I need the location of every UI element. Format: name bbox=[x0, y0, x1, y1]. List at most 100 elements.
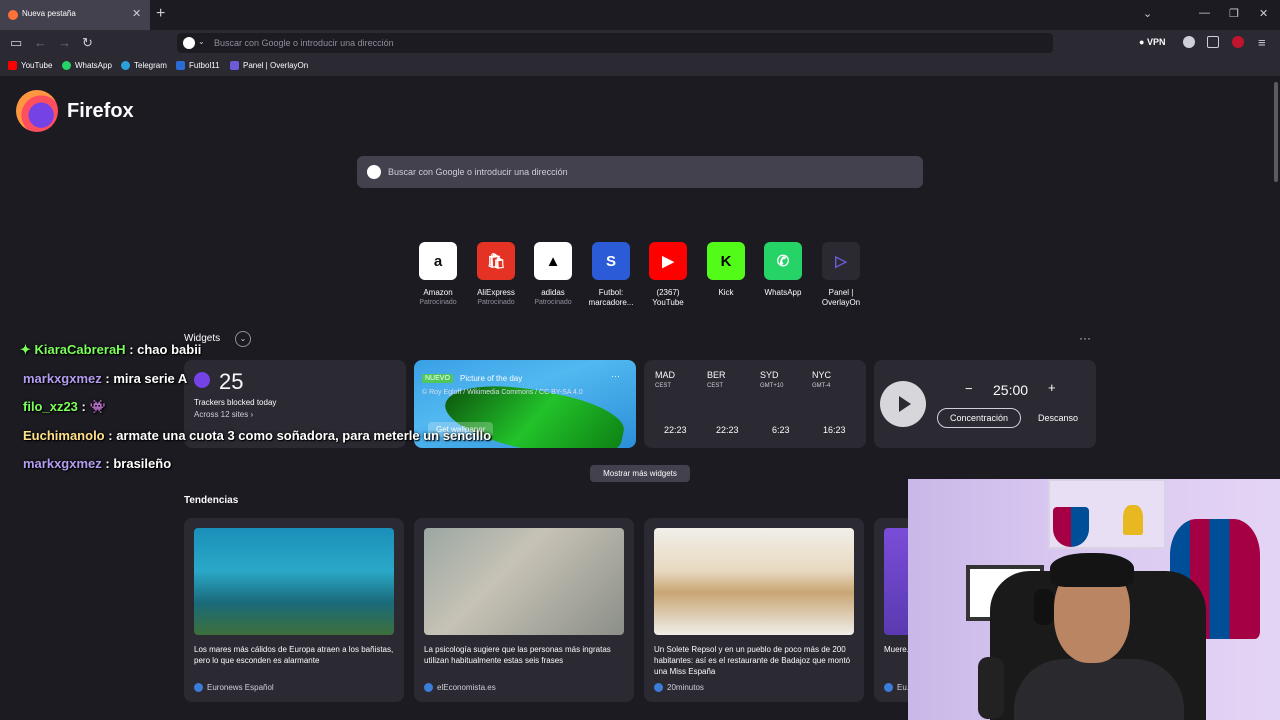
timer-decrease-button[interactable]: − bbox=[965, 381, 973, 396]
extensions-icon[interactable] bbox=[1207, 36, 1219, 48]
back-icon[interactable]: ← bbox=[34, 35, 47, 50]
sponsored-label: Patrocinado bbox=[477, 299, 515, 306]
clock-city: MAD bbox=[655, 370, 675, 380]
search-input[interactable]: Buscar con Google o introducir una direc… bbox=[357, 156, 923, 188]
scrollbar[interactable] bbox=[1274, 82, 1278, 182]
clock-nyc: NYC GMT-4 16:23 bbox=[812, 370, 862, 435]
publisher-icon bbox=[654, 683, 663, 692]
search-engine-chevron-icon[interactable]: ⌄ bbox=[198, 37, 205, 46]
new-badge: NUEVO bbox=[422, 374, 453, 383]
youtube-icon bbox=[8, 61, 17, 70]
telegram-icon bbox=[121, 61, 130, 70]
trackers-sites-link[interactable]: Across 12 sites › bbox=[194, 410, 253, 419]
firefox-favicon-icon bbox=[8, 10, 18, 20]
chat-text: : chao babii bbox=[129, 342, 202, 357]
minimize-icon[interactable]: — bbox=[1199, 7, 1210, 19]
bookmark-youtube[interactable]: YouTube bbox=[8, 61, 52, 70]
whatsapp-icon bbox=[62, 61, 71, 70]
play-icon bbox=[899, 396, 911, 412]
shortcut-tile[interactable]: S Futbol: marcadore... bbox=[585, 242, 637, 308]
bookmark-label: YouTube bbox=[21, 61, 53, 70]
trackers-label: Trackers blocked today bbox=[194, 398, 277, 407]
focus-mode-button[interactable]: Concentración bbox=[937, 408, 1021, 428]
chat-username: markxgxmez bbox=[23, 371, 102, 386]
sponsored-label: Patrocinado bbox=[419, 299, 457, 306]
sponsored-label: Patrocinado bbox=[534, 299, 572, 306]
close-window-icon[interactable]: ✕ bbox=[1259, 7, 1268, 20]
bookmark-telegram[interactable]: Telegram bbox=[121, 61, 167, 70]
bookmark-futbol11[interactable]: Futbol11 bbox=[176, 61, 220, 70]
bookmark-label: WhatsApp bbox=[75, 61, 112, 70]
timer-play-button[interactable] bbox=[880, 381, 926, 427]
show-more-widgets-button[interactable]: Mostrar más widgets bbox=[590, 465, 690, 482]
clock-time: 22:23 bbox=[716, 425, 739, 435]
webcam-person-body bbox=[1014, 659, 1184, 720]
shortcut-tile[interactable]: K Kick bbox=[700, 242, 752, 298]
new-tab-plus-icon[interactable]: + bbox=[156, 5, 165, 23]
webcam-person-hair bbox=[1050, 553, 1134, 587]
url-bar[interactable]: ⌄ Buscar con Google o introducir una dir… bbox=[177, 33, 1053, 53]
story-source: 20minutos bbox=[654, 683, 704, 692]
timer-increase-button[interactable]: + bbox=[1048, 380, 1056, 395]
clock-city: NYC bbox=[812, 370, 832, 380]
widgets-menu-icon[interactable]: ··· bbox=[1079, 331, 1091, 345]
clock-tz: GMT+10 bbox=[760, 383, 784, 389]
forward-icon[interactable]: → bbox=[58, 35, 71, 50]
shortcut-tile[interactable]: ✆ WhatsApp bbox=[757, 242, 809, 298]
shortcut-tile[interactable]: ▶ (2367) YouTube bbox=[642, 242, 694, 308]
chat-text: : armate una cuota 3 como soñadora, para… bbox=[108, 428, 492, 443]
potd-credit[interactable]: © Roy Egloff / Wikimedia Commons / CC BY… bbox=[422, 388, 602, 397]
shortcut-tile[interactable]: ▲ adidas Patrocinado bbox=[527, 242, 579, 307]
restore-icon[interactable]: ❐ bbox=[1229, 7, 1239, 20]
close-tab-icon[interactable]: ✕ bbox=[132, 7, 141, 20]
story-card[interactable]: Un Solete Repsol y en un pueblo de poco … bbox=[644, 518, 864, 702]
tab-list-chevron-icon[interactable]: ⌄ bbox=[1143, 7, 1152, 20]
bookmark-overlayon[interactable]: Panel | OverlayOn bbox=[230, 61, 308, 70]
reload-icon[interactable]: ↻ bbox=[82, 35, 93, 51]
account-icon[interactable] bbox=[1183, 36, 1195, 48]
shortcut-label: adidas bbox=[541, 288, 565, 297]
shortcut-icon: K bbox=[707, 242, 745, 280]
shortcut-tile[interactable]: ▷ Panel | OverlayOn bbox=[815, 242, 867, 308]
clock-ber: BER CEST 22:23 bbox=[707, 370, 757, 435]
firefox-wordmark: Firefox bbox=[67, 100, 134, 122]
chat-text: : 👾 bbox=[81, 399, 106, 414]
search-placeholder: Buscar con Google o introducir una direc… bbox=[388, 167, 568, 177]
bookmark-label: Futbol11 bbox=[189, 61, 220, 70]
sidebar-toggle-icon[interactable]: ▭ bbox=[10, 35, 22, 51]
overlayon-icon bbox=[230, 61, 239, 70]
story-card[interactable]: Los mares más cálidos de Europa atraen a… bbox=[184, 518, 404, 702]
shortcut-label: Panel | OverlayOn bbox=[821, 288, 861, 307]
shortcut-label: WhatsApp bbox=[764, 288, 802, 297]
shortcut-label: AliExpress bbox=[477, 288, 515, 297]
menu-icon[interactable]: ≡ bbox=[1258, 35, 1266, 50]
webcam-headset bbox=[1034, 589, 1054, 625]
shortcut-icon: a bbox=[419, 242, 457, 280]
chat-message: markxgxmez : brasileño bbox=[23, 456, 171, 471]
story-title: Un Solete Repsol y en un pueblo de poco … bbox=[654, 645, 851, 676]
bookmark-label: Panel | OverlayOn bbox=[243, 61, 309, 70]
webcam-trophy bbox=[1123, 505, 1143, 535]
shortcut-tile[interactable]: a Amazon Patrocinado bbox=[412, 242, 464, 307]
story-image bbox=[424, 528, 624, 635]
widgets-collapse-chevron-icon[interactable]: ⌄ bbox=[235, 331, 251, 347]
publisher-icon bbox=[884, 683, 893, 692]
tab-active[interactable]: Nueva pestaña ✕ bbox=[0, 0, 150, 30]
story-card[interactable]: La psicología sugiere que las personas m… bbox=[414, 518, 634, 702]
shortcut-tile[interactable]: 🛍 AliExpress Patrocinado bbox=[470, 242, 522, 307]
bookmarks-bar: YouTube WhatsApp Telegram Futbol11 Panel… bbox=[0, 56, 1280, 76]
bookmark-whatsapp[interactable]: WhatsApp bbox=[62, 61, 112, 70]
clock-time: 16:23 bbox=[823, 425, 846, 435]
shortcut-icon: ▶ bbox=[649, 242, 687, 280]
chat-username: markxgxmez bbox=[23, 456, 102, 471]
chat-message: filo_xz23 : 👾 bbox=[23, 399, 106, 415]
tab-strip: Nueva pestaña ✕ + ⌄ — ❐ ✕ bbox=[0, 0, 1280, 30]
trackers-count: 25 bbox=[219, 369, 244, 394]
break-mode-button[interactable]: Descanso bbox=[1032, 408, 1084, 428]
extension-flag-icon[interactable] bbox=[1232, 36, 1244, 48]
story-source: elEconomista.es bbox=[424, 683, 496, 692]
futbol11-icon bbox=[176, 61, 185, 70]
chat-message: ✦ KiaraCabreraH : chao babii bbox=[20, 342, 201, 358]
vpn-button[interactable]: ● VPN bbox=[1139, 37, 1165, 47]
potd-menu-icon[interactable]: ··· bbox=[611, 371, 620, 381]
